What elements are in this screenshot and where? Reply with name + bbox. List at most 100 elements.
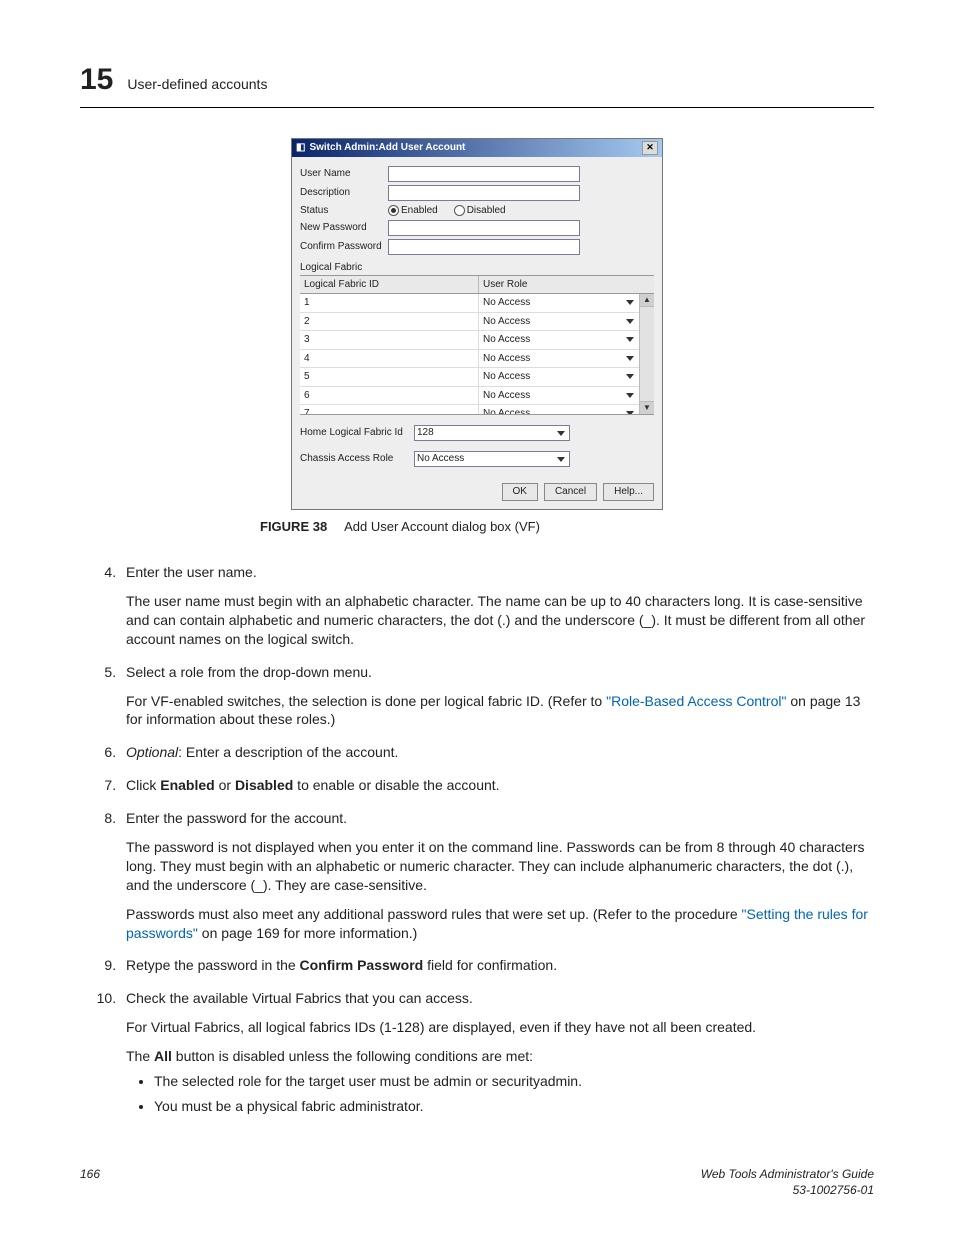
step-9-bold: Confirm Password — [300, 957, 424, 973]
step-10: Check the available Virtual Fabrics that… — [120, 989, 874, 1115]
step-6-text: : Enter a description of the account. — [178, 744, 398, 760]
newpassword-input[interactable] — [388, 220, 580, 236]
step-6: Optional: Enter a description of the acc… — [120, 743, 874, 762]
step-10-text: Check the available Virtual Fabrics that… — [126, 990, 473, 1006]
chevron-down-icon — [626, 393, 634, 398]
lfid-cell: 3 — [300, 331, 479, 349]
chapter-title: User-defined accounts — [127, 75, 267, 94]
chevron-down-icon — [557, 431, 565, 436]
rbac-link[interactable]: "Role-Based Access Control" — [606, 693, 786, 709]
chevron-down-icon — [626, 411, 634, 415]
role-cell[interactable]: No Access — [479, 294, 640, 312]
enabled-radio[interactable]: Enabled — [388, 204, 438, 218]
step-6-optional: Optional — [126, 744, 178, 760]
step-9-post: field for confirmation. — [423, 957, 557, 973]
role-cell[interactable]: No Access — [479, 368, 640, 386]
chevron-down-icon — [557, 457, 565, 462]
bullet-1: The selected role for the target user mu… — [154, 1072, 874, 1091]
chevron-down-icon — [626, 356, 634, 361]
lfid-cell: 1 — [300, 294, 479, 312]
scroll-up-icon[interactable]: ▲ — [640, 294, 654, 307]
add-user-dialog: ◧ Switch Admin:Add User Account ✕ User N… — [291, 138, 663, 510]
lfid-cell: 6 — [300, 387, 479, 405]
chevron-down-icon — [626, 300, 634, 305]
step-9-pre: Retype the password in the — [126, 957, 300, 973]
chevron-down-icon — [626, 319, 634, 324]
username-label: User Name — [300, 167, 382, 181]
lfid-cell: 2 — [300, 313, 479, 331]
footer-docnum: 53-1002756-01 — [793, 1183, 874, 1197]
step-10-p2-post: button is disabled unless the following … — [172, 1048, 533, 1064]
lf-table-body: 1No Access2No Access3No Access4No Access… — [300, 294, 654, 415]
chevron-down-icon — [626, 374, 634, 379]
lf-table-header: Logical Fabric ID User Role — [300, 275, 654, 295]
lfid-cell: 7 — [300, 405, 479, 415]
role-cell[interactable]: No Access — [479, 405, 640, 415]
header-rule — [80, 107, 874, 108]
step-8-p2-post: on page 169 for more information.) — [198, 925, 417, 941]
step-9: Retype the password in the Confirm Passw… — [120, 956, 874, 975]
close-icon[interactable]: ✕ — [642, 141, 658, 155]
logical-fabric-label: Logical Fabric — [300, 261, 654, 275]
home-lfid-value: 128 — [417, 426, 434, 440]
page-footer: 166 Web Tools Administrator's Guide 53-1… — [80, 1166, 874, 1198]
status-label: Status — [300, 204, 382, 218]
page-number: 166 — [80, 1166, 100, 1198]
role-cell[interactable]: No Access — [479, 331, 640, 349]
step-8-para1: The password is not displayed when you e… — [126, 838, 874, 895]
newpassword-label: New Password — [300, 221, 382, 235]
step-5-pre: For VF-enabled switches, the selection i… — [126, 693, 606, 709]
step-7: Click Enabled or Disabled to enable or d… — [120, 776, 874, 795]
scroll-down-icon[interactable]: ▼ — [640, 401, 654, 414]
confirmpassword-input[interactable] — [388, 239, 580, 255]
table-row: 7No Access — [300, 405, 640, 415]
step-5: Select a role from the drop-down menu. F… — [120, 663, 874, 730]
scrollbar[interactable]: ▲ ▼ — [639, 294, 654, 414]
cancel-button[interactable]: Cancel — [544, 483, 597, 501]
step-10-para2: The All button is disabled unless the fo… — [126, 1047, 874, 1066]
step-8-text: Enter the password for the account. — [126, 810, 347, 826]
step-4: Enter the user name. The user name must … — [120, 563, 874, 649]
step-7-pre: Click — [126, 777, 160, 793]
lfid-cell: 4 — [300, 350, 479, 368]
username-input[interactable] — [388, 166, 580, 182]
description-label: Description — [300, 186, 382, 200]
step-8: Enter the password for the account. The … — [120, 809, 874, 942]
table-row: 3No Access — [300, 331, 640, 350]
role-cell[interactable]: No Access — [479, 350, 640, 368]
home-lfid-label: Home Logical Fabric Id — [300, 426, 408, 440]
bullet-2: You must be a physical fabric administra… — [154, 1097, 874, 1116]
dialog-titlebar: ◧ Switch Admin:Add User Account ✕ — [292, 139, 662, 157]
ok-button[interactable]: OK — [502, 483, 538, 501]
col-role: User Role — [479, 276, 654, 294]
step-7-mid: or — [215, 777, 235, 793]
footer-title: Web Tools Administrator's Guide — [701, 1167, 874, 1181]
table-row: 2No Access — [300, 313, 640, 332]
step-7-disabled: Disabled — [235, 777, 293, 793]
role-cell[interactable]: No Access — [479, 313, 640, 331]
confirmpassword-label: Confirm Password — [300, 240, 382, 254]
step-7-post: to enable or disable the account. — [293, 777, 499, 793]
step-8-para2: Passwords must also meet any additional … — [126, 905, 874, 943]
disabled-radio[interactable]: Disabled — [454, 204, 506, 218]
step-10-bullets: The selected role for the target user mu… — [126, 1072, 874, 1116]
step-10-p2-pre: The — [126, 1048, 154, 1064]
step-10-para1: For Virtual Fabrics, all logical fabrics… — [126, 1018, 874, 1037]
table-row: 4No Access — [300, 350, 640, 369]
step-10-bold: All — [154, 1048, 172, 1064]
enabled-radio-label: Enabled — [401, 204, 438, 218]
role-cell[interactable]: No Access — [479, 387, 640, 405]
figure-text: Add User Account dialog box (VF) — [344, 519, 540, 534]
disabled-radio-label: Disabled — [467, 204, 506, 218]
lfid-cell: 5 — [300, 368, 479, 386]
dialog-icon: ◧ — [296, 141, 305, 155]
chassis-role-label: Chassis Access Role — [300, 452, 408, 466]
steps-list: Enter the user name. The user name must … — [80, 563, 874, 1116]
figure-caption: FIGURE 38 Add User Account dialog box (V… — [260, 518, 874, 536]
home-lfid-select[interactable]: 128 — [414, 425, 570, 441]
table-row: 6No Access — [300, 387, 640, 406]
chassis-role-select[interactable]: No Access — [414, 451, 570, 467]
col-lfid: Logical Fabric ID — [300, 276, 479, 294]
description-input[interactable] — [388, 185, 580, 201]
help-button[interactable]: Help... — [603, 483, 654, 501]
